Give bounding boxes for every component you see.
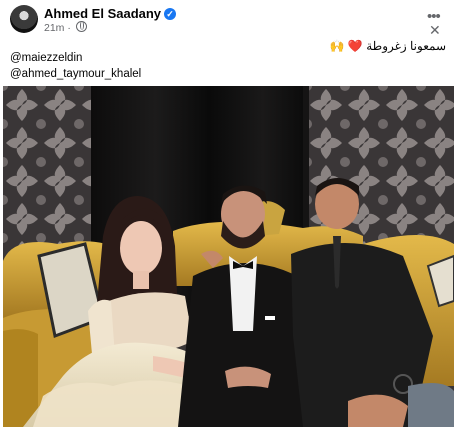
mention-link[interactable]: @maiezzeldin [10,52,82,64]
author-name-row: Ahmed El Saadany ✓ [44,6,177,21]
author-name[interactable]: Ahmed El Saadany [44,6,161,21]
post-caption: سمعونا زغروطة ❤️ 🙌 [330,39,446,53]
verified-badge-icon: ✓ [164,8,177,20]
close-icon[interactable]: ✕ [429,22,441,39]
photo-illustration [3,86,454,427]
post-time[interactable]: 21m [44,22,64,34]
caption-text: سمعونا زغروطة [366,39,446,53]
post-header: Ahmed El Saadany ✓ 21m · ••• ✕ [0,0,454,38]
mention-link[interactable]: @ahmed_taymour_khalel [10,68,141,80]
author-avatar[interactable] [10,5,38,33]
post-photo[interactable] [3,86,454,427]
post-meta: 21m · [44,21,87,34]
more-options-icon[interactable]: ••• [427,8,447,25]
caption-emojis: ❤️ 🙌 [329,39,363,53]
globe-icon [75,21,87,32]
